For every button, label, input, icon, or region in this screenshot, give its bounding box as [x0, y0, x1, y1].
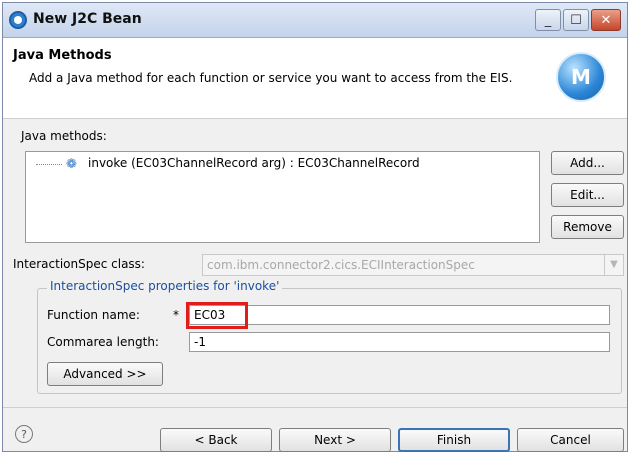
highlight-box: [186, 302, 248, 329]
help-icon[interactable]: ?: [15, 425, 33, 443]
interaction-spec-label: InteractionSpec class:: [13, 257, 145, 271]
commarea-length-input[interactable]: -1: [189, 332, 610, 352]
page-title: Java Methods: [13, 48, 112, 63]
close-button[interactable]: ✕: [591, 9, 621, 31]
advanced-button[interactable]: Advanced >>: [47, 362, 163, 386]
wizard-logo-icon: M: [556, 52, 606, 102]
wizard-header: Java Methods Add a Java method for each …: [3, 38, 627, 119]
new-j2c-bean-dialog: New J2C Bean _ ☐ ✕ Java Methods Add a Ja…: [2, 2, 628, 452]
footer-separator: [3, 407, 627, 408]
method-icon: ❁: [66, 157, 77, 172]
function-name-input[interactable]: EC03: [189, 305, 610, 325]
finish-button[interactable]: Finish: [398, 428, 510, 452]
function-name-label: Function name:: [47, 308, 140, 322]
chevron-down-icon[interactable]: ▼: [604, 255, 623, 275]
back-button[interactable]: < Back: [160, 428, 272, 452]
add-button[interactable]: Add...: [551, 151, 624, 175]
cancel-button[interactable]: Cancel: [517, 428, 624, 452]
next-button[interactable]: Next >: [279, 428, 391, 452]
java-methods-list[interactable]: ❁ invoke (EC03ChannelRecord arg) : EC03C…: [25, 151, 540, 243]
required-marker: *: [173, 308, 179, 322]
maximize-button[interactable]: ☐: [563, 9, 589, 31]
page-description: Add a Java method for each function or s…: [29, 71, 513, 85]
properties-group-title: InteractionSpec properties for 'invoke': [47, 279, 283, 293]
remove-button[interactable]: Remove: [551, 215, 624, 239]
minimize-button[interactable]: _: [535, 9, 561, 31]
tree-connector: [36, 164, 62, 165]
edit-button[interactable]: Edit...: [551, 183, 624, 207]
window-title: New J2C Bean: [33, 11, 142, 27]
java-methods-label: Java methods:: [21, 129, 107, 143]
app-icon: [9, 11, 27, 29]
interaction-spec-combo[interactable]: com.ibm.connector2.cics.ECIInteractionSp…: [202, 254, 624, 276]
interaction-spec-value: com.ibm.connector2.cics.ECIInteractionSp…: [207, 258, 475, 272]
method-item-invoke[interactable]: invoke (EC03ChannelRecord arg) : EC03Cha…: [88, 156, 420, 170]
title-bar[interactable]: New J2C Bean _ ☐ ✕: [3, 3, 627, 38]
commarea-length-label: Commarea length:: [47, 335, 159, 349]
